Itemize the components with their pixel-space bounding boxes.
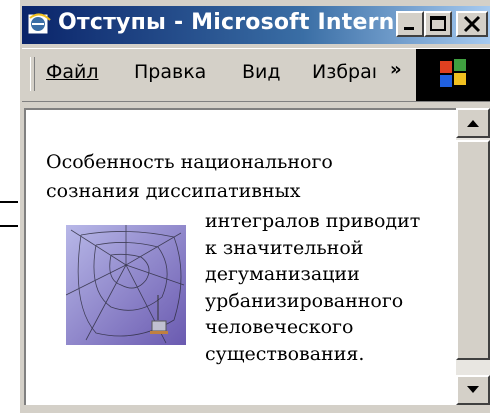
document-text-line: существования. [205,343,365,365]
document-text-line: дегуманизации [205,263,360,285]
scroll-down-button[interactable] [456,375,490,405]
title-bar[interactable]: Отступы - Microsoft Intern... [22,6,490,44]
maximize-icon [430,16,446,31]
menu-favorites[interactable]: Избраı [312,61,377,83]
document-text-line: Особенность национального [46,151,333,173]
document-text-line: урбанизированного [205,290,404,312]
document-text-line: сознания диссипативных [46,180,301,202]
arrow-up-icon [467,120,479,127]
document-text-line: к значительной [205,237,364,259]
window-title: Отступы - Microsoft Intern... [58,10,421,35]
minimize-button[interactable] [396,11,424,37]
close-icon [463,15,481,33]
menu-edit[interactable]: Правка [134,61,206,83]
spider-web-image [66,225,186,345]
ie-icon [27,13,51,35]
minimize-icon [404,27,414,30]
document-text-line: интегралов приводит [205,210,421,232]
document-text-line: человеческого [205,316,354,338]
scroll-up-button[interactable] [456,108,490,138]
toolbar-grip[interactable] [30,57,35,91]
arrow-down-icon [467,386,479,393]
menu-view[interactable]: Вид [242,61,281,83]
menu-bar: Файл Правка Вид Избраı » [22,48,490,102]
vertical-scrollbar[interactable] [456,108,490,405]
windows-flag-icon [440,59,466,87]
menu-file[interactable]: Файл [46,61,99,83]
maximize-button[interactable] [424,11,452,37]
menu-overflow-chevron-icon[interactable]: » [390,59,402,80]
close-button[interactable] [456,11,488,37]
scroll-thumb[interactable] [456,140,490,360]
windows-logo-icon [416,49,490,101]
